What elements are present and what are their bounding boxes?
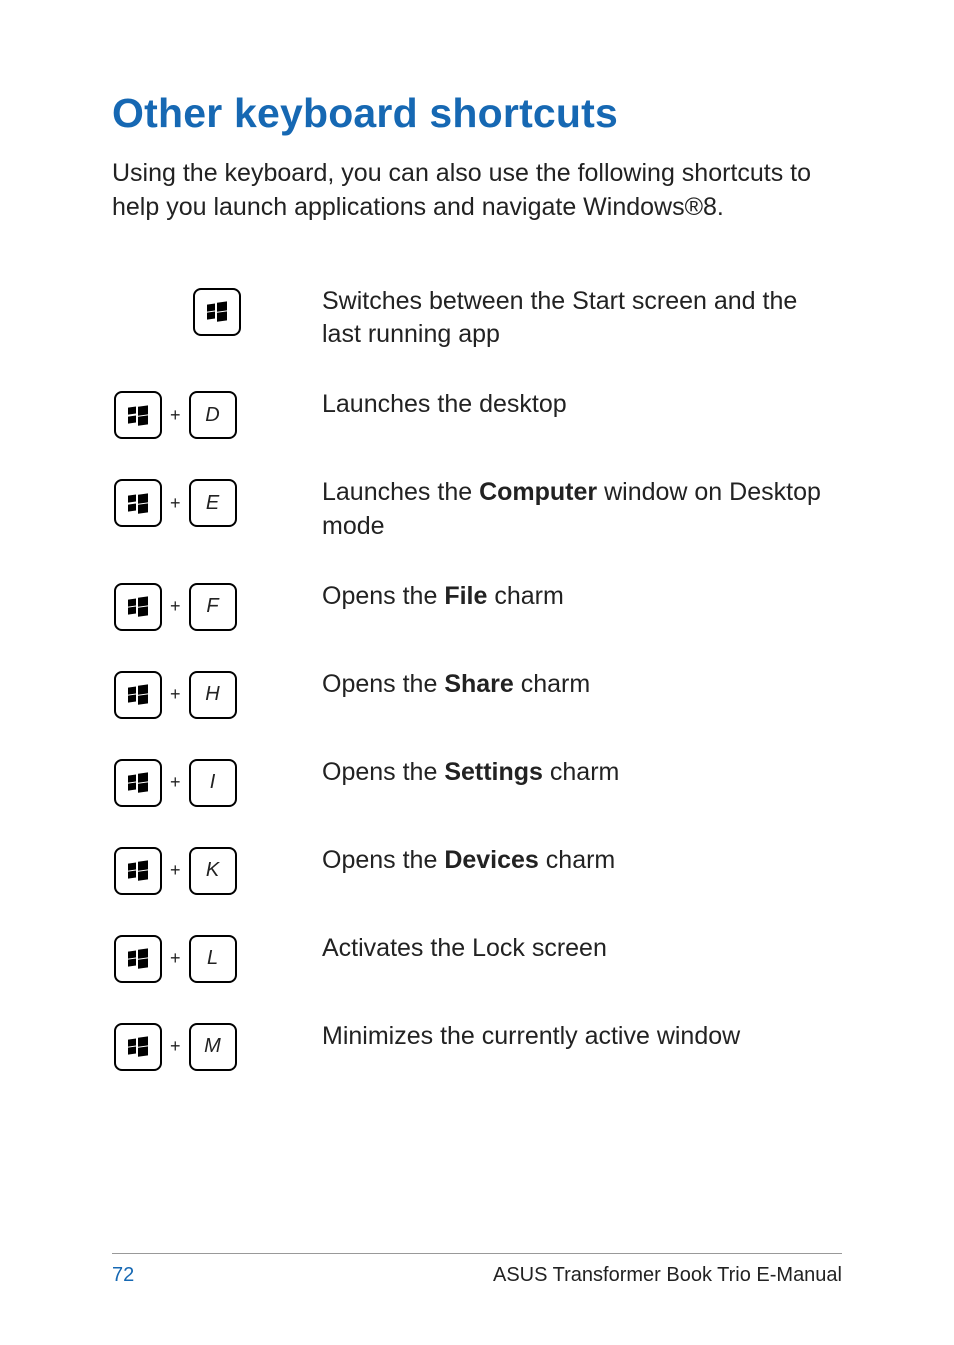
letter-key: K (189, 847, 237, 895)
keys-cell: + D (112, 388, 322, 476)
desc-cell: Switches between the Start screen and th… (322, 285, 842, 389)
letter-key: I (189, 759, 237, 807)
windows-key (114, 479, 162, 527)
keys-cell: + M (112, 1020, 322, 1108)
intro-text: Using the keyboard, you can also use the… (112, 157, 842, 225)
key-letter: F (206, 595, 218, 618)
windows-key (114, 847, 162, 895)
table-row: + K Opens the Devices charm (112, 844, 842, 932)
desc-cell: Activates the Lock screen (322, 932, 842, 1020)
key-combo: + L (114, 934, 322, 984)
plus-icon: + (168, 684, 183, 705)
table-row: + L Activates the Lock screen (112, 932, 842, 1020)
table-row: + I Opens the Settings charm (112, 756, 842, 844)
windows-logo-icon (128, 685, 148, 705)
keys-cell: + L (112, 932, 322, 1020)
key-combo: + E (114, 478, 322, 528)
table-row: + M Minimizes the currently active windo… (112, 1020, 842, 1108)
windows-logo-icon (128, 861, 148, 881)
letter-key: E (189, 479, 237, 527)
letter-key: L (189, 935, 237, 983)
page: Other keyboard shortcuts Using the keybo… (0, 0, 954, 1345)
plus-icon: + (168, 493, 183, 514)
key-letter: K (206, 859, 219, 882)
windows-key (114, 935, 162, 983)
windows-logo-icon (207, 302, 227, 322)
windows-key (114, 583, 162, 631)
windows-key (193, 288, 241, 336)
windows-key (114, 759, 162, 807)
page-footer: 72 ASUS Transformer Book Trio E-Manual (112, 1253, 842, 1287)
book-title: ASUS Transformer Book Trio E-Manual (493, 1264, 842, 1287)
windows-key (114, 671, 162, 719)
plus-icon: + (168, 772, 183, 793)
windows-key (114, 391, 162, 439)
desc-cell: Launches the desktop (322, 388, 842, 476)
windows-logo-icon (128, 493, 148, 513)
plus-icon: + (168, 860, 183, 881)
table-row: + F Opens the File charm (112, 580, 842, 668)
key-combo: + K (114, 846, 322, 896)
key-combo: + M (114, 1022, 322, 1072)
page-number: 72 (112, 1264, 134, 1287)
desc-cell: Launches the Computer window on Desktop … (322, 476, 842, 580)
key-letter: I (210, 771, 216, 794)
windows-logo-icon (128, 773, 148, 793)
table-row: Switches between the Start screen and th… (112, 285, 842, 389)
key-letter: H (205, 683, 219, 706)
key-letter: E (206, 492, 219, 515)
key-combo: + H (114, 670, 322, 720)
key-combo (137, 287, 297, 337)
keys-cell: + I (112, 756, 322, 844)
table-row: + H Opens the Share charm (112, 668, 842, 756)
key-combo: + I (114, 758, 322, 808)
plus-icon: + (168, 948, 183, 969)
keys-cell: + E (112, 476, 322, 580)
windows-logo-icon (128, 1037, 148, 1057)
letter-key: F (189, 583, 237, 631)
shortcuts-table: Switches between the Start screen and th… (112, 285, 842, 1108)
keys-cell: + F (112, 580, 322, 668)
plus-icon: + (168, 1036, 183, 1057)
keys-cell: + K (112, 844, 322, 932)
plus-icon: + (168, 596, 183, 617)
table-row: + D Launches the desktop (112, 388, 842, 476)
key-letter: L (207, 947, 218, 970)
keys-cell (112, 285, 322, 389)
desc-cell: Minimizes the currently active window (322, 1020, 842, 1108)
key-letter: M (204, 1035, 221, 1058)
desc-cell: Opens the Share charm (322, 668, 842, 756)
desc-cell: Opens the Devices charm (322, 844, 842, 932)
desc-cell: Opens the Settings charm (322, 756, 842, 844)
key-letter: D (205, 404, 219, 427)
letter-key: H (189, 671, 237, 719)
windows-logo-icon (128, 597, 148, 617)
windows-logo-icon (128, 949, 148, 969)
letter-key: M (189, 1023, 237, 1071)
key-combo: + D (114, 390, 322, 440)
windows-key (114, 1023, 162, 1071)
letter-key: D (189, 391, 237, 439)
keys-cell: + H (112, 668, 322, 756)
windows-logo-icon (128, 405, 148, 425)
plus-icon: + (168, 405, 183, 426)
key-combo: + F (114, 582, 322, 632)
page-title: Other keyboard shortcuts (112, 90, 842, 137)
table-row: + E Launches the Computer window on Desk… (112, 476, 842, 580)
desc-cell: Opens the File charm (322, 580, 842, 668)
